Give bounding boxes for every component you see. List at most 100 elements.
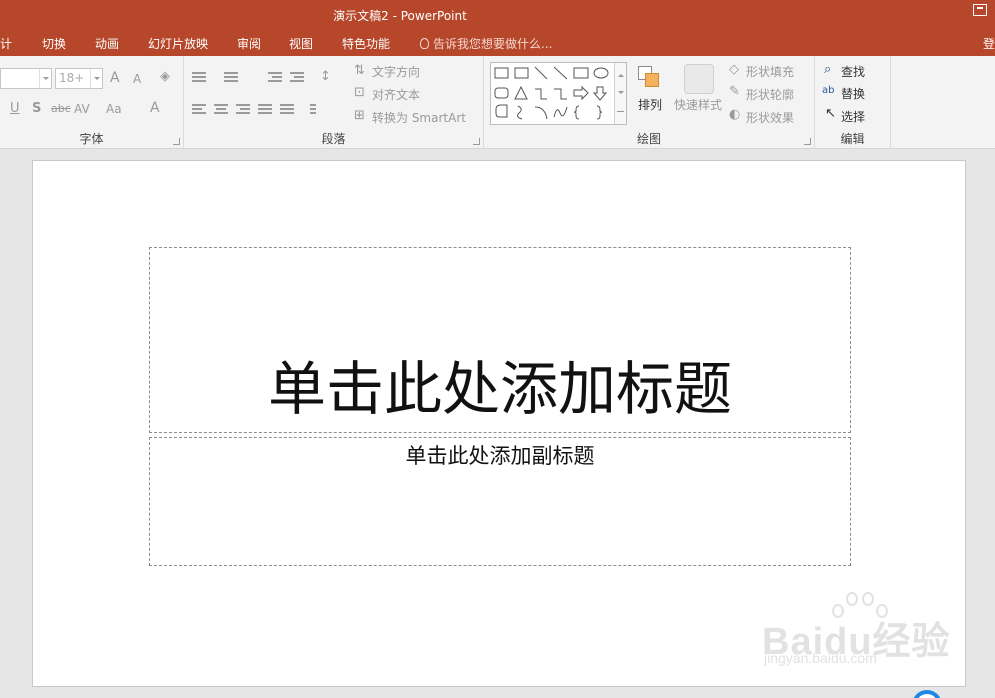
editing-group: ⌕ 查找 ab 替换 ↖ 选择 编辑 (815, 56, 891, 149)
shape-effects-button[interactable]: 形状效果 (746, 109, 794, 126)
paint-bucket-icon: ◇ (729, 62, 739, 77)
font-group-label: 字体 (79, 132, 104, 146)
scribble-shape-icon (517, 105, 523, 120)
restore-window-icon[interactable] (973, 4, 987, 16)
find-icon: ⌕ (824, 62, 832, 77)
lightbulb-icon (420, 38, 429, 49)
title-placeholder[interactable]: 单击此处添加标题 (149, 247, 851, 433)
scroll-down-icon[interactable] (618, 91, 624, 97)
slide-canvas[interactable]: 单击此处添加标题 单击此处添加副标题 (32, 160, 966, 687)
font-size-value: 18+ (59, 71, 85, 85)
curve-shape-icon (553, 106, 568, 118)
font-size-combo[interactable]: 18+ (55, 68, 103, 89)
smartart-icon: ⊞ (354, 108, 365, 123)
quick-styles-button[interactable]: 快速样式 (674, 96, 722, 113)
shapes-gallery[interactable] (490, 62, 627, 125)
underline-icon[interactable]: U (10, 101, 20, 117)
quick-styles-icon[interactable] (684, 64, 714, 94)
elbow-connector-shape-icon (535, 88, 547, 100)
window-title: 演示文稿2 - PowerPoint (333, 9, 467, 23)
title-placeholder-text: 单击此处添加标题 (267, 355, 732, 423)
line-shape-icon (534, 66, 548, 80)
select-button[interactable]: 选择 (841, 108, 865, 125)
justify-icon[interactable] (258, 103, 272, 114)
text-shadow-icon[interactable]: S (32, 101, 41, 117)
bullets-icon[interactable] (192, 71, 206, 82)
decrease-indent-icon[interactable] (268, 71, 282, 82)
clear-formatting-icon[interactable]: ◈ (160, 69, 170, 85)
dialog-launcher-icon[interactable] (173, 138, 180, 145)
ribbon-tabs: 计 切换 动画 幻灯片放映 审阅 视图 特色功能 告诉我您想要做什么... 登 (0, 30, 995, 56)
shrink-font-icon[interactable]: A (133, 71, 141, 87)
tab-slideshow[interactable]: 幻灯片放映 (148, 35, 208, 52)
shape-effects-icon: ◐ (729, 107, 741, 122)
title-bar: 演示文稿2 - PowerPoint (0, 0, 995, 30)
replace-icon: ab (822, 85, 835, 96)
replace-button[interactable]: 替换 (841, 85, 865, 102)
tell-me-box[interactable]: 告诉我您想要做什么... (420, 35, 552, 52)
text-direction-button[interactable]: 文字方向 (372, 63, 420, 80)
shapes-gallery-icons (494, 66, 609, 120)
tell-me-text: 告诉我您想要做什么... (433, 37, 553, 51)
subtitle-placeholder-text: 单击此处添加副标题 (405, 444, 595, 468)
shape-fill-button[interactable]: 形状填充 (746, 63, 794, 80)
distributed-icon[interactable] (280, 103, 294, 114)
oval-shape-icon (593, 67, 609, 79)
chevron-down-icon (90, 69, 102, 88)
paragraph-group-label: 段落 (321, 132, 346, 146)
dialog-launcher-icon[interactable] (473, 138, 480, 145)
tab-review[interactable]: 审阅 (237, 35, 261, 52)
convert-smartart-button[interactable]: 转换为 SmartArt (372, 109, 466, 126)
editing-group-label: 编辑 (840, 132, 865, 146)
character-spacing-icon[interactable]: AV (74, 101, 90, 117)
tab-transitions[interactable]: 切换 (42, 35, 66, 52)
shape-outline-button[interactable]: 形状轮廓 (746, 86, 794, 103)
arc-shape-icon (534, 106, 548, 120)
font-name-combo[interactable] (0, 68, 52, 89)
align-right-icon[interactable] (236, 103, 250, 114)
increase-indent-icon[interactable] (290, 71, 304, 82)
freeform-shape-icon (495, 104, 508, 118)
subtitle-placeholder[interactable]: 单击此处添加副标题 (149, 437, 851, 566)
arrange-button[interactable]: 排列 (638, 96, 662, 113)
rounded-rectangle-shape-icon (494, 87, 509, 99)
watermark-url: jingyan.baidu.com (764, 650, 877, 666)
drawing-group-label: 绘图 (636, 132, 661, 146)
elbow-arrow-shape-icon (554, 88, 567, 100)
paragraph-group: ↕ ⇅ 文字方向 ⊡ 对齐文本 ⊞ 转换为 SmartArt 段落 (184, 56, 484, 149)
grow-font-icon[interactable]: A (110, 70, 120, 86)
right-brace-shape-icon (596, 105, 603, 120)
align-text-button[interactable]: 对齐文本 (372, 86, 420, 103)
font-color-icon[interactable]: A (150, 100, 160, 116)
pen-icon: ✎ (729, 84, 740, 99)
rectangle-shape-icon (573, 67, 589, 79)
triangle-shape-icon (514, 85, 528, 100)
text-box-shape-icon (494, 67, 509, 79)
down-arrow-shape-icon (592, 86, 608, 101)
right-arrow-shape-icon (573, 85, 589, 101)
columns-icon[interactable] (310, 103, 324, 114)
select-cursor-icon: ↖ (825, 106, 836, 121)
scroll-up-icon[interactable] (618, 71, 624, 77)
left-brace-shape-icon (573, 105, 580, 120)
more-shapes-icon[interactable] (617, 111, 624, 112)
dialog-launcher-icon[interactable] (804, 138, 811, 145)
tab-view[interactable]: 视图 (289, 35, 313, 52)
align-center-icon[interactable] (214, 103, 228, 114)
login-link[interactable]: 登 (983, 35, 995, 52)
strikethrough-icon[interactable]: abc (51, 101, 71, 117)
tab-design[interactable]: 计 (0, 35, 12, 52)
gallery-scrollbar[interactable] (614, 63, 626, 124)
line-spacing-icon[interactable]: ↕ (320, 69, 331, 85)
align-left-icon[interactable] (192, 103, 206, 114)
find-button[interactable]: 查找 (841, 63, 865, 80)
chevron-down-icon (39, 69, 51, 88)
text-direction-icon: ⇅ (354, 63, 365, 78)
font-group: 18+ A A ◈ U S abc AV Aa A 字体 (0, 56, 184, 149)
tab-special-features[interactable]: 特色功能 (342, 35, 390, 52)
tab-animations[interactable]: 动画 (95, 35, 119, 52)
numbering-icon[interactable] (224, 71, 238, 82)
arrange-icon[interactable] (636, 64, 664, 92)
vertical-text-box-shape-icon (514, 67, 529, 79)
change-case-icon[interactable]: Aa (106, 101, 122, 117)
